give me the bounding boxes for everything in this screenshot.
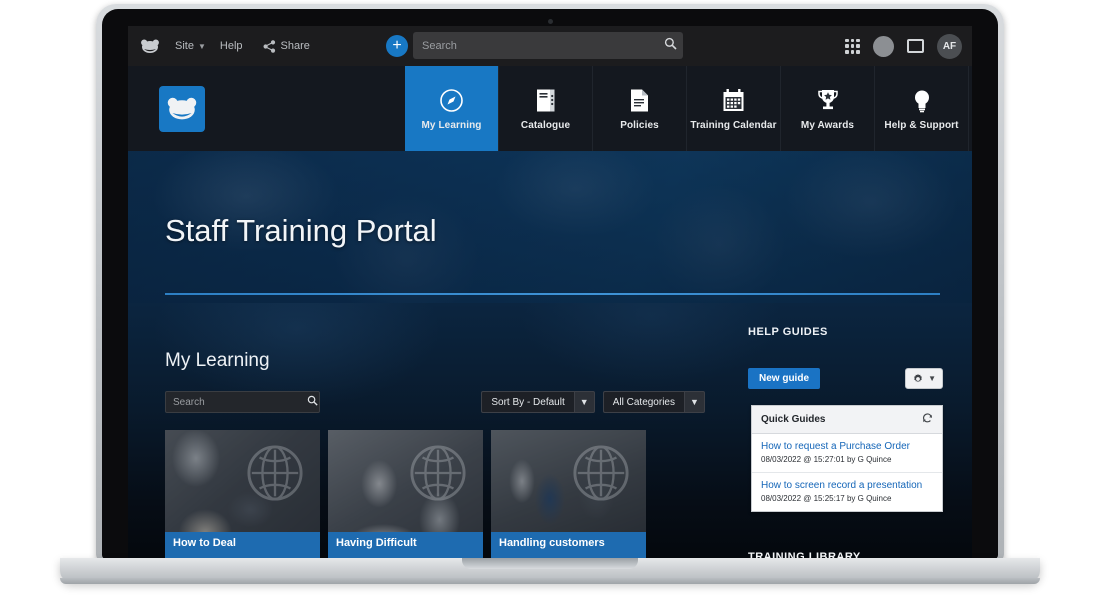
circle-icon[interactable] (873, 35, 894, 57)
new-guide-button[interactable]: New guide (748, 368, 821, 389)
nav-item-catalogue[interactable]: Catalogue (499, 66, 593, 151)
monitor-icon[interactable] (907, 39, 924, 53)
book-icon (535, 87, 557, 113)
quick-guide-item: How to screen record a presentation 08/0… (752, 473, 942, 511)
top-utility-bar: Site ▼ Help Share + Search AF (128, 26, 972, 66)
my-learning-section: My Learning Sort By - Defa (165, 303, 705, 558)
nav-label: Training Calendar (690, 119, 777, 131)
webcam-icon (548, 19, 553, 24)
my-learning-controls: Sort By - Default ▼ All Categories ▼ (165, 391, 705, 413)
apps-grid-icon[interactable] (845, 38, 860, 54)
page-body: My Learning Sort By - Defa (128, 303, 972, 558)
help-guides-actions: New guide ▼ (748, 367, 943, 390)
quick-guide-link[interactable]: How to screen record a presentation (761, 480, 933, 491)
nav-item-help-support[interactable]: Help & Support (875, 66, 969, 151)
category-select[interactable]: All Categories ▼ (602, 391, 705, 413)
chevron-down-icon: ▼ (573, 391, 595, 413)
course-card-title: Handling customers (491, 532, 646, 558)
quick-guides-header: Quick Guides (752, 406, 942, 434)
nav-label: My Awards (800, 119, 855, 131)
laptop-mockup: Site ▼ Help Share + Search AF My Learnin… (0, 0, 1100, 598)
quick-guide-meta: 08/03/2022 @ 15:27:01 by G Quince (761, 455, 892, 464)
chevron-down-icon: ▼ (197, 41, 206, 51)
laptop-foot (60, 578, 1040, 584)
training-library-header: TRAINING LIBRARY (748, 551, 861, 558)
sort-by-value: Sort By - Default (481, 391, 574, 413)
bulb-icon (912, 87, 932, 113)
nav-item-policies[interactable]: Policies (593, 66, 687, 151)
add-button[interactable]: + (386, 35, 408, 57)
avatar[interactable]: AF (937, 33, 962, 59)
help-link-label: Help (219, 40, 243, 52)
quick-guide-link[interactable]: How to request a Purchase Order (761, 441, 933, 452)
frog-logo-tile-icon[interactable] (159, 85, 205, 132)
quick-guide-meta: 08/03/2022 @ 15:25:17 by G Quince (761, 494, 892, 503)
nav-label: Catalogue (520, 119, 571, 131)
nav-item-my-learning[interactable]: My Learning (405, 66, 499, 151)
document-icon (629, 87, 650, 113)
quick-guide-item: How to request a Purchase Order 08/03/20… (752, 434, 942, 473)
top-bar-right-group: AF (845, 26, 962, 66)
hero-banner: Staff Training Portal (128, 151, 972, 303)
chevron-down-icon: ▼ (684, 391, 705, 413)
course-card[interactable]: Handling customers (491, 430, 646, 558)
sidebar: HELP GUIDES New guide ▼ Quick Guides How… (748, 303, 943, 558)
nav-label: Help & Support (884, 119, 959, 131)
search-icon[interactable] (305, 395, 319, 409)
globe-grid-icon (573, 445, 629, 501)
my-learning-search-input[interactable] (166, 392, 305, 412)
site-menu-label: Site (175, 40, 194, 52)
section-heading: My Learning (165, 350, 270, 371)
category-value: All Categories (602, 391, 684, 413)
calendar-icon (721, 87, 746, 113)
help-guides-header: HELP GUIDES (748, 326, 828, 338)
share-label: Share (280, 40, 310, 52)
globe-grid-icon (247, 445, 303, 501)
main-navigation: My Learning Catalogue Policies Training … (128, 66, 972, 151)
share-icon (263, 39, 275, 53)
my-learning-filters: Sort By - Default ▼ All Categories ▼ (481, 391, 705, 413)
site-menu[interactable]: Site ▼ (175, 40, 206, 52)
course-card-title: Having Difficult (328, 532, 483, 558)
global-search-input[interactable] (413, 33, 657, 58)
chevron-down-icon: ▼ (928, 374, 936, 383)
course-card-list: How to Deal Having Difficult Handling cu… (165, 430, 646, 558)
search-icon[interactable] (657, 37, 683, 55)
compass-icon (439, 87, 464, 113)
help-link[interactable]: Help (220, 40, 243, 52)
quick-guides-panel: Quick Guides How to request a Purchase O… (751, 405, 943, 512)
quick-guides-title: Quick Guides (761, 414, 826, 425)
share-button[interactable]: Share (263, 39, 310, 53)
sort-by-select[interactable]: Sort By - Default ▼ (481, 391, 595, 413)
page-title: Staff Training Portal (165, 213, 437, 248)
laptop-base-notch (462, 558, 638, 569)
trophy-icon (816, 87, 840, 113)
global-search[interactable] (413, 32, 683, 59)
screen: Site ▼ Help Share + Search AF My Learnin… (128, 26, 972, 558)
globe-grid-icon (410, 445, 466, 501)
refresh-icon[interactable] (922, 412, 933, 427)
frog-logo-icon[interactable] (139, 35, 161, 57)
nav-item-training-calendar[interactable]: Training Calendar (687, 66, 781, 151)
hero-divider (165, 293, 940, 295)
course-card-title: How to Deal (165, 532, 320, 558)
gear-icon (914, 373, 922, 382)
course-card[interactable]: Having Difficult (328, 430, 483, 558)
nav-label: Policies (620, 119, 659, 131)
settings-menu-button[interactable]: ▼ (905, 368, 943, 389)
nav-item-my-awards[interactable]: My Awards (781, 66, 875, 151)
my-learning-search[interactable] (165, 391, 320, 413)
course-card[interactable]: How to Deal (165, 430, 320, 558)
nav-logo-area (128, 66, 405, 151)
nav-label: My Learning (421, 119, 482, 131)
